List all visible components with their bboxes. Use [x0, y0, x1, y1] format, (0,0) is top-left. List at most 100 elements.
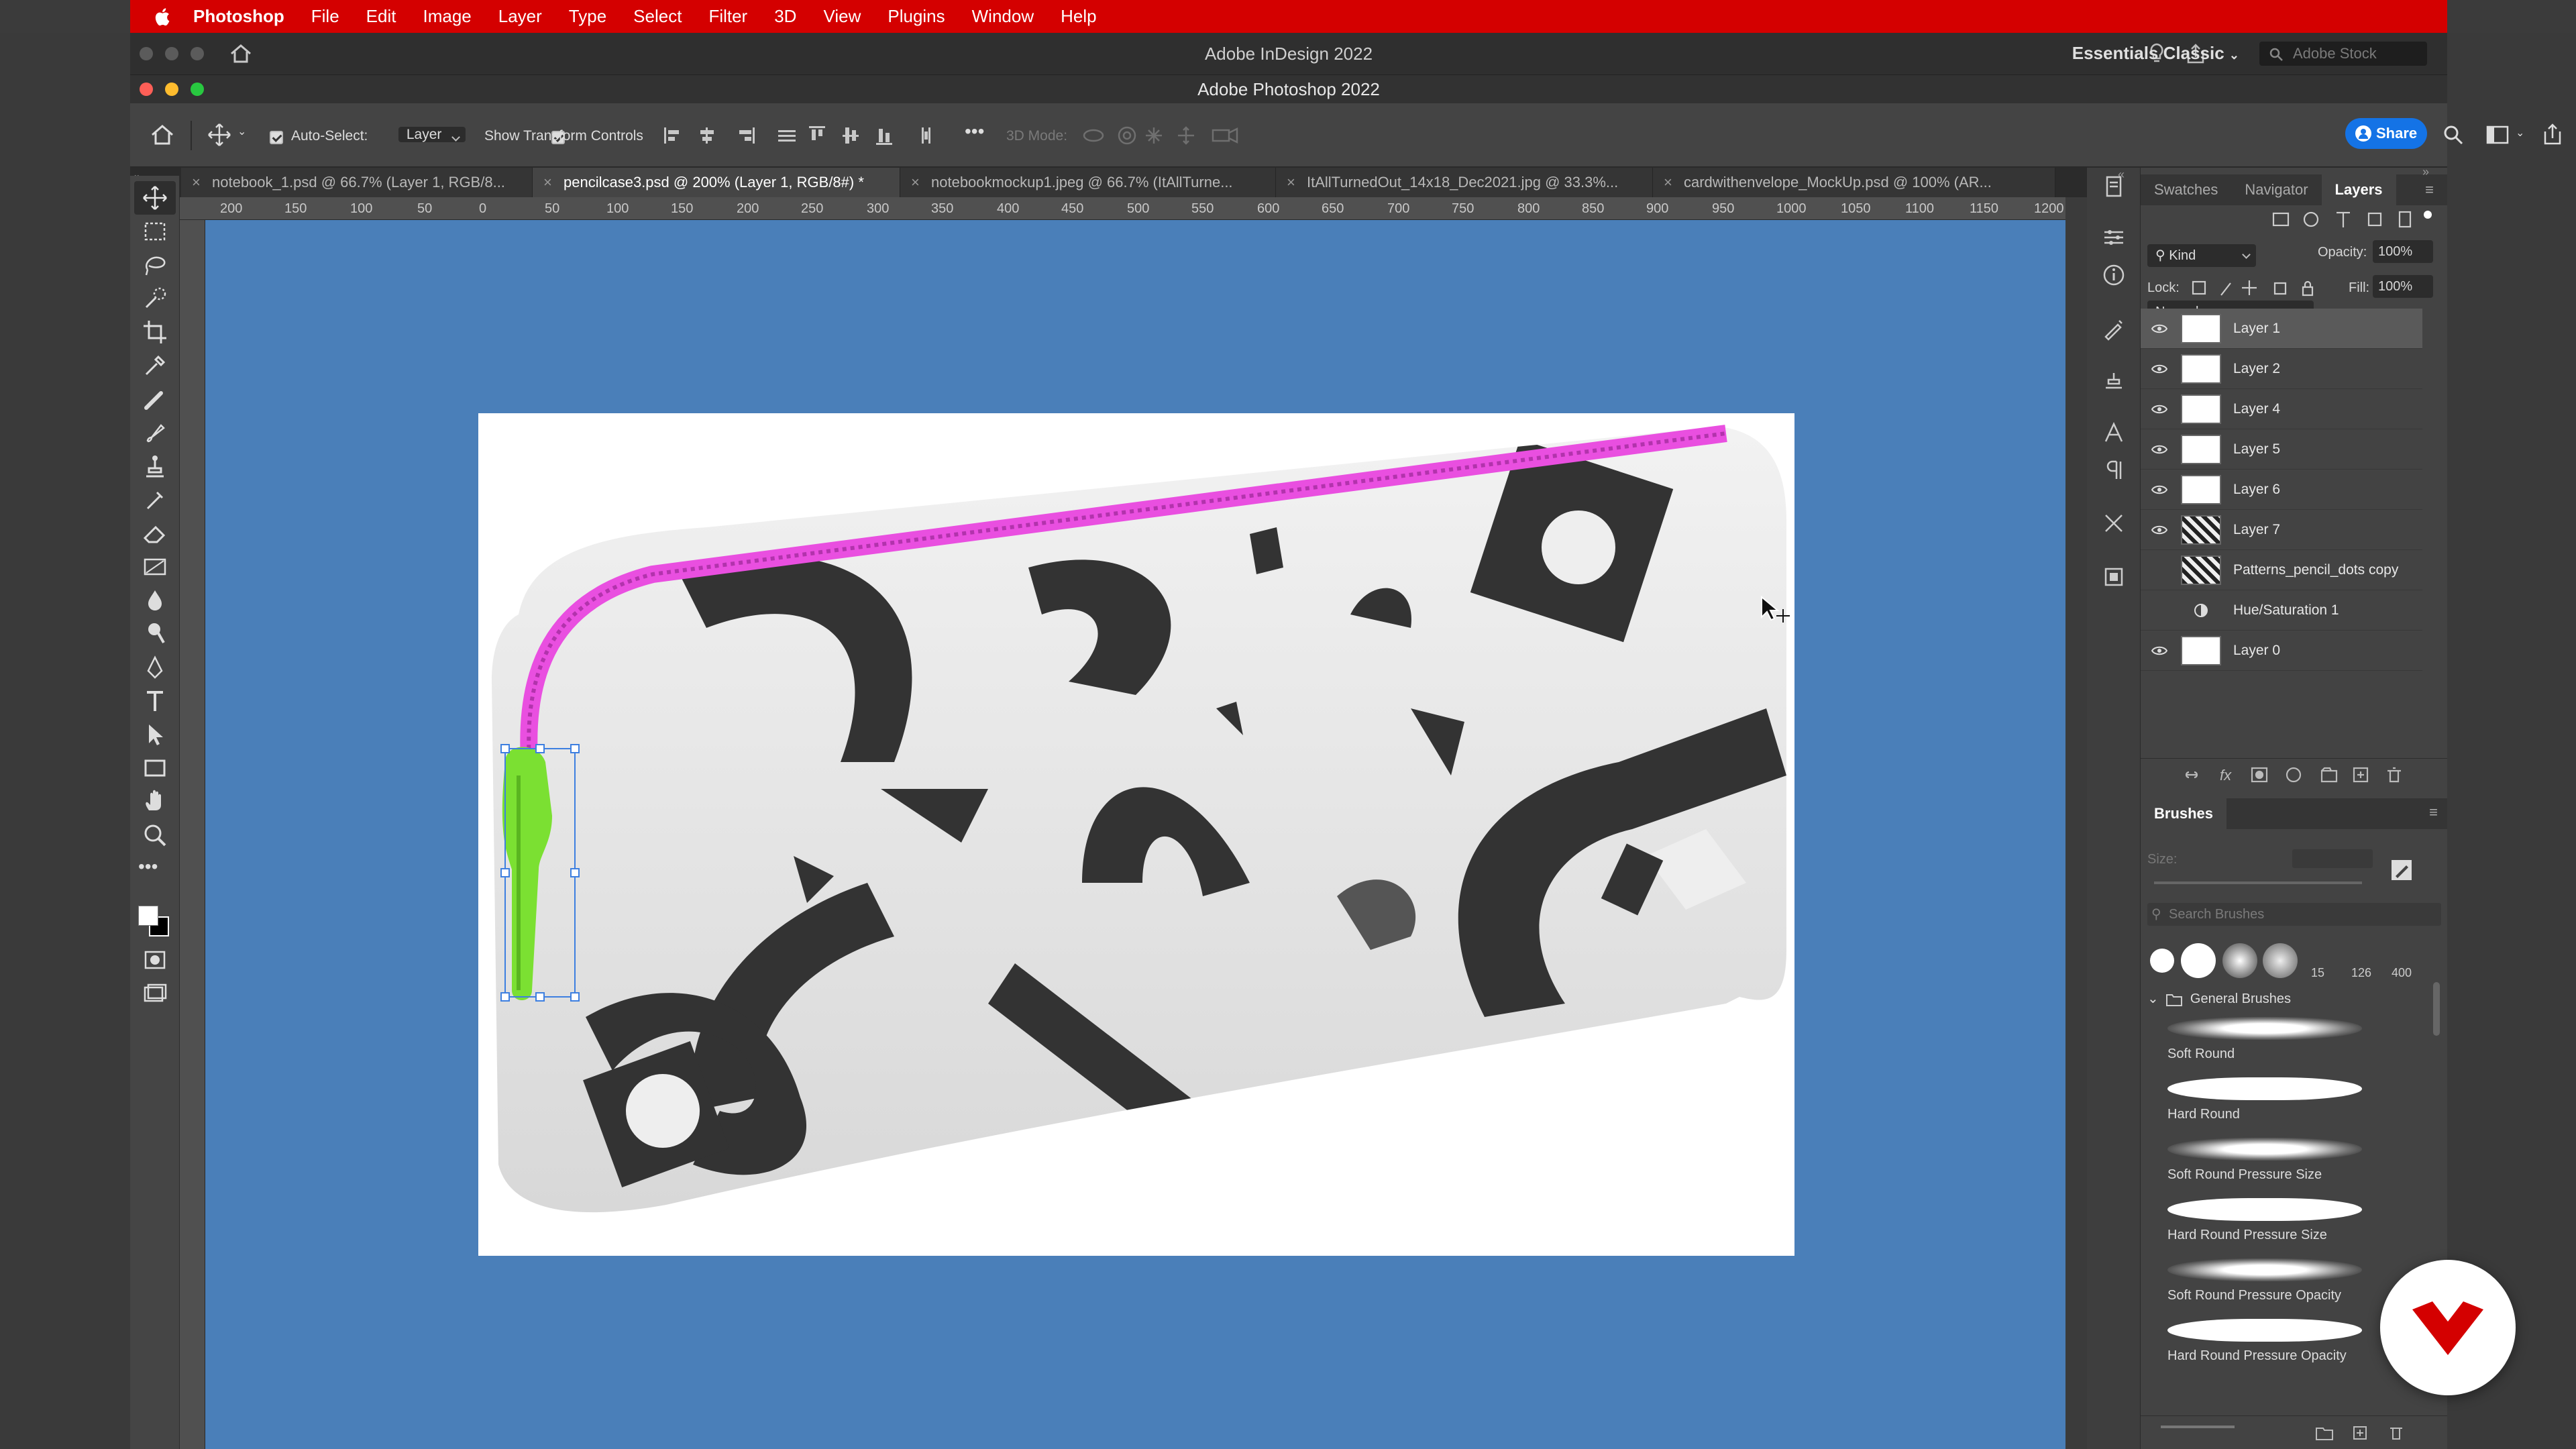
brush-item[interactable]: Soft Round Pressure Size — [2167, 1138, 2389, 1183]
home-icon[interactable] — [150, 123, 174, 146]
tab-brushes[interactable]: Brushes — [2141, 798, 2227, 829]
apple-icon[interactable] — [153, 7, 170, 27]
chevron-down-icon[interactable]: ⌄ — [2516, 126, 2524, 140]
menu-help[interactable]: Help — [1061, 6, 1096, 27]
quick-selection-tool-icon[interactable] — [141, 284, 169, 313]
adjustments-panel-icon[interactable] — [2100, 224, 2127, 251]
menu-app-name[interactable]: Photoshop — [193, 6, 284, 27]
brush-preset-soft-2[interactable] — [2263, 943, 2298, 978]
layer-row[interactable]: Layer 1 — [2141, 309, 2422, 349]
menu-edit[interactable]: Edit — [366, 6, 396, 27]
brush-preset-hard-large[interactable] — [2181, 943, 2216, 978]
lasso-tool-icon[interactable] — [141, 251, 169, 279]
align-distribute-icons[interactable] — [663, 123, 945, 148]
brush-group-general[interactable]: ⌄ General Brushes — [2147, 990, 2443, 1012]
close-icon[interactable]: × — [1287, 168, 1295, 197]
move-tool-icon[interactable] — [141, 184, 169, 212]
brush-item[interactable]: Hard Round Pressure Opacity — [2167, 1319, 2389, 1364]
tab-layers[interactable]: Layers — [2321, 174, 2396, 205]
share-button[interactable]: Share — [2345, 118, 2427, 149]
edit-toolbar-icon[interactable]: ••• — [138, 856, 158, 877]
brush-footer-icons[interactable] — [2314, 1423, 2421, 1443]
artboard[interactable] — [478, 413, 1794, 1256]
layer-row[interactable]: Layer 2 — [2141, 349, 2422, 389]
menu-layer[interactable]: Layer — [498, 6, 542, 27]
brush-preset-soft[interactable] — [2222, 943, 2257, 978]
dodge-tool-icon[interactable] — [141, 620, 169, 648]
menu-plugins[interactable]: Plugins — [888, 6, 945, 27]
eyedropper-tool-icon[interactable] — [141, 352, 169, 380]
chevron-down-icon[interactable]: ⌄ — [237, 125, 246, 138]
layer-filter-dropdown[interactable]: ⚲ Kind — [2147, 244, 2256, 267]
workspace-icon[interactable] — [2486, 125, 2509, 145]
close-icon[interactable]: × — [911, 168, 920, 197]
menu-image[interactable]: Image — [423, 6, 471, 27]
pen-tool-icon[interactable] — [141, 653, 169, 682]
clone-stamp-tool-icon[interactable] — [141, 452, 169, 480]
fill-input[interactable]: 100% — [2373, 275, 2433, 298]
layer-row[interactable]: Layer 6 — [2141, 470, 2422, 510]
brush-preset-hard-small[interactable] — [2150, 949, 2174, 973]
libraries-panel-icon[interactable] — [2100, 564, 2127, 590]
brush-tool-icon[interactable] — [141, 419, 169, 447]
tab-pencilcase[interactable]: × pencilcase3.psd @ 200% (Layer 1, RGB/8#… — [533, 168, 900, 197]
brush-preview-slider[interactable] — [2161, 1426, 2235, 1428]
quick-mask-icon[interactable] — [141, 946, 169, 974]
eye-icon[interactable] — [2151, 403, 2167, 415]
workspace-switcher[interactable]: Essentials Classic ⌄ — [2072, 43, 2239, 64]
move-tool-icon[interactable] — [207, 122, 232, 148]
history-panel-icon[interactable] — [2100, 173, 2127, 200]
auto-select-dropdown[interactable]: Layer — [398, 127, 466, 142]
layer-row[interactable]: Layer 7 — [2141, 510, 2422, 550]
healing-brush-tool-icon[interactable] — [141, 385, 169, 413]
close-icon[interactable]: × — [1664, 168, 1672, 197]
blur-tool-icon[interactable] — [141, 586, 169, 614]
menu-filter[interactable]: Filter — [708, 6, 747, 27]
eye-icon[interactable] — [2151, 323, 2167, 335]
eye-icon[interactable] — [2151, 363, 2167, 375]
close-icon[interactable]: × — [543, 168, 552, 197]
tab-navigator[interactable]: Navigator — [2231, 174, 2321, 205]
info-panel-icon[interactable] — [2100, 262, 2127, 288]
marquee-tool-icon[interactable] — [141, 217, 169, 246]
adobe-stock-search[interactable]: Adobe Stock — [2259, 42, 2427, 66]
gradient-tool-icon[interactable] — [141, 553, 169, 581]
create-brush-icon[interactable] — [2390, 859, 2413, 881]
eye-hidden-icon[interactable] — [2151, 564, 2167, 576]
rectangle-tool-icon[interactable] — [141, 754, 169, 782]
panel-menu-icon[interactable]: ≡ — [2429, 804, 2438, 821]
menu-view[interactable]: View — [823, 6, 861, 27]
more-options-icon[interactable]: ••• — [965, 121, 984, 142]
eye-icon[interactable] — [2151, 443, 2167, 455]
collapse-double-chevron-icon[interactable]: » — [2422, 165, 2429, 179]
path-selection-tool-icon[interactable] — [141, 720, 169, 749]
menu-type[interactable]: Type — [569, 6, 606, 27]
search-icon[interactable] — [2442, 123, 2465, 146]
history-brush-tool-icon[interactable] — [141, 486, 169, 514]
brush-item[interactable]: Soft Round Pressure Opacity — [2167, 1258, 2389, 1303]
layer-row[interactable]: Layer 4 — [2141, 389, 2422, 429]
menu-window[interactable]: Window — [972, 6, 1034, 27]
layer-row[interactable]: Layer 5 — [2141, 429, 2422, 470]
menu-3d[interactable]: 3D — [774, 6, 796, 27]
eye-icon[interactable] — [2151, 524, 2167, 536]
share-document-icon[interactable] — [2541, 122, 2564, 146]
auto-select-checkbox[interactable] — [270, 131, 283, 144]
hand-tool-icon[interactable] — [141, 788, 169, 816]
tab-notebook[interactable]: × notebook_1.psd @ 66.7% (Layer 1, RGB/8.… — [181, 168, 533, 197]
type-tool-icon[interactable] — [141, 687, 169, 715]
brush-size-input[interactable] — [2292, 849, 2373, 868]
brush-item[interactable]: Hard Round — [2167, 1077, 2389, 1122]
menu-file[interactable]: File — [311, 6, 339, 27]
brush-settings-panel-icon[interactable] — [2100, 315, 2127, 342]
brush-item[interactable]: Soft Round — [2167, 1017, 2389, 1062]
eye-icon[interactable] — [2151, 484, 2167, 496]
crop-tool-icon[interactable] — [141, 318, 169, 346]
layer-action-icons[interactable]: fx — [2185, 765, 2413, 784]
panel-menu-icon[interactable]: ≡ — [2412, 174, 2447, 205]
eye-icon[interactable] — [2151, 645, 2167, 657]
eraser-tool-icon[interactable] — [141, 519, 169, 547]
tab-itallturnedout[interactable]: × ItAllTurnedOut_14x18_Dec2021.jpg @ 33.3… — [1276, 168, 1653, 197]
brushes-scrollbar[interactable] — [2433, 982, 2440, 1036]
close-icon[interactable]: × — [192, 168, 201, 197]
